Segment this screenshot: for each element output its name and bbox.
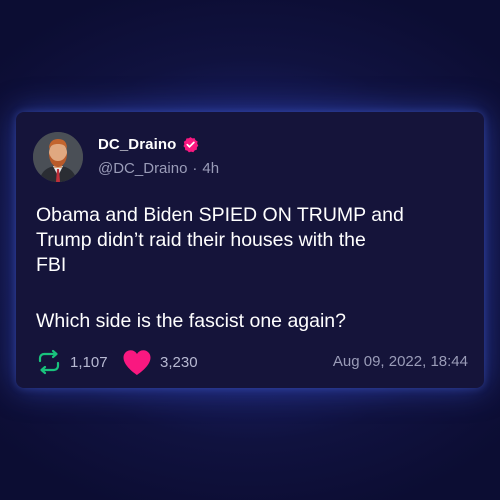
heart-icon xyxy=(123,349,151,375)
handle-row: @DC_Draino · 4h xyxy=(98,160,219,177)
handle[interactable]: @DC_Draino xyxy=(98,160,187,177)
tweet-line: Obama and Biden SPIED ON TRUMP and xyxy=(36,204,404,226)
avatar[interactable] xyxy=(33,132,83,182)
separator: · xyxy=(192,160,198,177)
retweet-icon xyxy=(38,349,60,375)
tweet-age: 4h xyxy=(202,160,220,177)
display-name[interactable]: DC_Draino xyxy=(98,136,176,153)
tweet-body: Obama and Biden SPIED ON TRUMP and Trump… xyxy=(36,203,466,278)
tweet-second-paragraph: Which side is the fascist one again? xyxy=(36,310,347,332)
author-name-row: DC_Draino xyxy=(98,136,199,153)
verified-badge-icon xyxy=(182,136,199,153)
tweet-timestamp[interactable]: Aug 09, 2022, 18:44 xyxy=(333,353,468,370)
tweet-line: FBI xyxy=(36,254,67,276)
retweet-count: 1,107 xyxy=(70,353,108,371)
tweet-card[interactable]: DC_Draino @DC_Draino · 4h Obama and Bide… xyxy=(16,112,484,388)
like-count: 3,230 xyxy=(160,353,198,371)
tweet-line: Trump didn’t raid their houses with the xyxy=(36,229,366,251)
like-button[interactable]: 3,230 xyxy=(122,349,198,375)
tweet-footer: 1,107 3,230 Aug 09, 2022, 18:44 xyxy=(36,349,468,375)
avatar-image xyxy=(33,132,83,182)
retweet-button[interactable]: 1,107 xyxy=(36,349,108,375)
